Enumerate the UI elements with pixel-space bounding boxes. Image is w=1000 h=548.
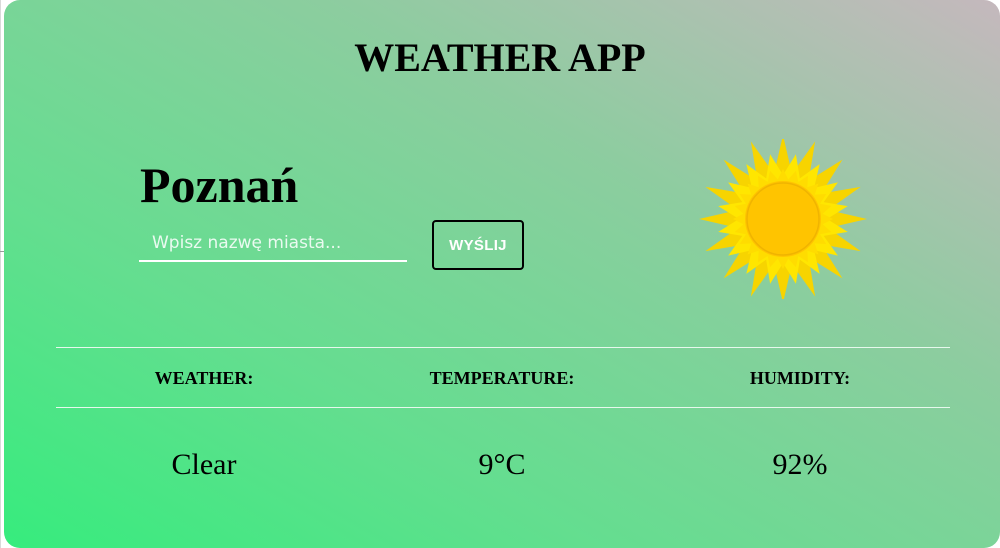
city-name: Poznań bbox=[140, 157, 299, 213]
table-divider-bottom bbox=[56, 407, 950, 408]
city-search-input[interactable] bbox=[139, 226, 407, 262]
weather-card: WEATHER APP Poznań WYŚLIJ WEATHER: TEMPE… bbox=[4, 0, 1000, 548]
weather-value: Clear bbox=[171, 448, 237, 481]
humidity-header: HUMIDITY: bbox=[749, 368, 851, 388]
app-title: WEATHER APP bbox=[354, 35, 646, 80]
sun-core bbox=[745, 181, 821, 257]
sun-icon bbox=[699, 139, 867, 299]
temperature-value: 9°C bbox=[478, 448, 526, 481]
temperature-header: TEMPERATURE: bbox=[429, 368, 575, 388]
send-button[interactable]: WYŚLIJ bbox=[432, 220, 524, 270]
table-divider-top bbox=[56, 347, 950, 348]
page-edge bbox=[0, 0, 1, 548]
humidity-value: 92% bbox=[772, 448, 828, 481]
weather-header: WEATHER: bbox=[154, 368, 254, 388]
